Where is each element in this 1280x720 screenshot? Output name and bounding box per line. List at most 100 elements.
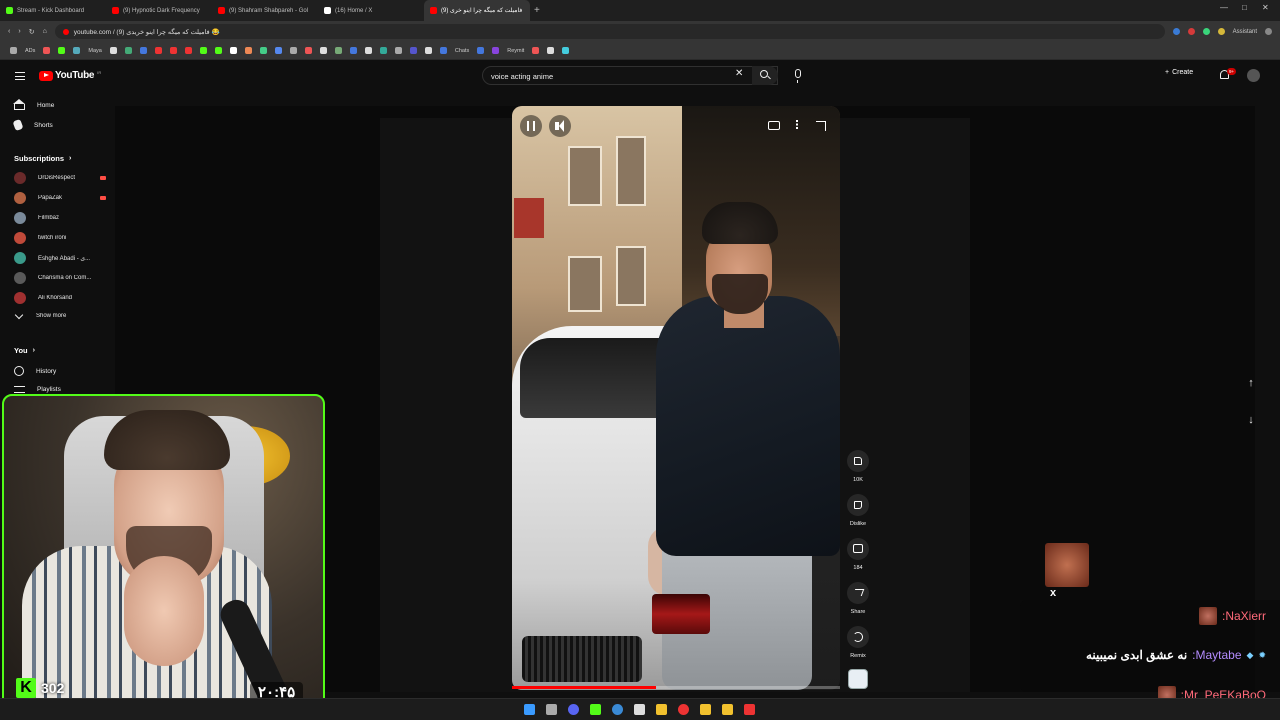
like-button[interactable]: 10K	[846, 450, 870, 483]
sidebar-item-subscription[interactable]: Ali Khorsand	[14, 292, 106, 304]
maximize-icon[interactable]: □	[1242, 3, 1247, 12]
sidebar-item-subscription[interactable]: DrDisRespect	[14, 172, 106, 184]
browser-tab[interactable]: Stream - Kick Dashboard	[0, 0, 106, 21]
bookmark-icon[interactable]	[184, 47, 192, 54]
microphone-icon[interactable]	[795, 69, 801, 83]
minimize-icon[interactable]: —	[1220, 3, 1228, 12]
bookmark-icon[interactable]	[259, 47, 267, 54]
extension-icon[interactable]	[1187, 28, 1195, 35]
subscriptions-heading[interactable]: Subscriptions ›	[14, 154, 71, 163]
volume-button[interactable]	[549, 115, 571, 137]
hamburger-menu-icon[interactable]	[15, 72, 25, 80]
bookmark-icon[interactable]	[409, 47, 417, 54]
bookmark-icon[interactable]	[562, 47, 570, 54]
app-icon[interactable]	[722, 704, 733, 715]
sidebar-item-subscription[interactable]: Charisma on Com...	[14, 272, 106, 284]
bookmark-icon[interactable]	[229, 47, 237, 54]
browser-tab[interactable]: (9) Hypnotic Dark Frequency	[106, 0, 212, 21]
sidebar-item-playlists[interactable]: Playlists	[14, 386, 61, 393]
bookmark-icon[interactable]	[109, 47, 117, 54]
bookmark-icon[interactable]	[289, 47, 297, 54]
assistant-button[interactable]: Assistant	[1233, 29, 1257, 35]
short-video-player[interactable]	[512, 106, 840, 690]
bookmark-icon[interactable]	[477, 47, 485, 54]
sound-thumbnail[interactable]	[848, 669, 868, 689]
bookmark-icon[interactable]	[379, 47, 387, 54]
remix-button[interactable]: Remix	[846, 626, 870, 659]
bookmark-icon[interactable]	[439, 47, 447, 54]
browser-tab[interactable]: (9) Shahram Shabpareh - Gol	[212, 0, 318, 21]
more-options-icon[interactable]	[796, 120, 798, 122]
extension-icon[interactable]	[1217, 28, 1225, 35]
forward-nav-icon[interactable]: ›	[18, 28, 20, 35]
bookmark-icon[interactable]	[364, 47, 372, 54]
windows-start-icon[interactable]	[524, 704, 535, 715]
close-window-icon[interactable]: ✕	[1262, 3, 1269, 12]
app-icon[interactable]	[678, 704, 689, 715]
bookmark-item[interactable]: ADs	[25, 48, 35, 54]
sidebar-item-subscription[interactable]: Eshghe Abadi - ی...	[14, 252, 106, 264]
app-icon[interactable]	[590, 704, 601, 715]
dislike-button[interactable]: Dislike	[846, 494, 870, 527]
extension-icon[interactable]	[1172, 28, 1180, 35]
discord-icon[interactable]	[568, 704, 579, 715]
you-heading[interactable]: You ›	[14, 346, 35, 355]
url-field[interactable]: youtube.com / (9) فامیلت که میگه چرا این…	[54, 24, 1165, 39]
sidebar-item-home[interactable]: Home	[13, 99, 54, 110]
bookmark-icon[interactable]	[244, 47, 252, 54]
folder-icon[interactable]	[700, 704, 711, 715]
bookmark-icon[interactable]	[43, 47, 51, 54]
reload-icon[interactable]: ↻	[29, 28, 35, 36]
bookmark-icon[interactable]	[394, 47, 402, 54]
bookmark-icon[interactable]	[199, 47, 207, 54]
profile-icon[interactable]	[1265, 28, 1272, 35]
bookmark-icon[interactable]	[424, 47, 432, 54]
bookmark-icon[interactable]	[169, 47, 177, 54]
bookmark-icon[interactable]	[214, 47, 222, 54]
search-input[interactable]: voice acting anime	[482, 66, 778, 85]
bookmark-item[interactable]: Chats	[455, 48, 469, 54]
bookmark-item[interactable]: Maya	[88, 48, 101, 54]
app-icon[interactable]	[656, 704, 667, 715]
bookmark-icon[interactable]	[492, 47, 500, 54]
sidebar-item-subscription[interactable]: Filmbaz	[14, 212, 106, 224]
captions-icon[interactable]	[768, 121, 780, 130]
video-progress-bar[interactable]	[512, 686, 840, 689]
next-short-arrow-icon[interactable]: ↓	[1240, 409, 1262, 431]
share-button[interactable]: Share	[846, 582, 870, 615]
expand-icon[interactable]	[816, 121, 826, 131]
bookmark-icon[interactable]	[58, 47, 66, 54]
bookmark-icon[interactable]	[304, 47, 312, 54]
show-more-button[interactable]: Show more	[14, 310, 106, 319]
account-avatar[interactable]	[1247, 69, 1260, 82]
bookmark-icon[interactable]	[274, 47, 282, 54]
sidebar-item-history[interactable]: History	[14, 366, 56, 376]
browser-tab-active[interactable]: (9) فامیلت که میگه چرا اینو خری	[424, 0, 530, 21]
sidebar-item-subscription[interactable]: twitch ironi	[14, 232, 106, 244]
bookmark-icon[interactable]	[547, 47, 555, 54]
previous-short-arrow-icon[interactable]: ↑	[1240, 372, 1262, 394]
new-tab-button[interactable]: +	[534, 5, 540, 16]
bookmark-icon[interactable]	[532, 47, 540, 54]
search-button[interactable]	[752, 66, 778, 85]
comments-button[interactable]: 184	[846, 538, 870, 571]
create-button[interactable]: + Create	[1165, 69, 1193, 76]
app-icon[interactable]	[744, 704, 755, 715]
task-view-icon[interactable]	[546, 704, 557, 715]
bookmark-icon[interactable]	[349, 47, 357, 54]
bookmark-icon[interactable]	[154, 47, 162, 54]
youtube-logo[interactable]: YouTube IR	[39, 70, 101, 81]
clear-search-icon[interactable]: ✕	[735, 69, 743, 79]
bookmark-icon[interactable]	[319, 47, 327, 54]
browser-tab[interactable]: (16) Home / X	[318, 0, 424, 21]
home-nav-icon[interactable]: ⌂	[43, 28, 47, 35]
sidebar-item-shorts[interactable]: Shorts	[12, 118, 53, 132]
bookmark-icon[interactable]	[334, 47, 342, 54]
bookmark-item[interactable]: Reymit	[507, 48, 524, 54]
back-nav-icon[interactable]: ‹	[8, 28, 10, 35]
pause-button[interactable]	[520, 115, 542, 137]
app-icon[interactable]	[634, 704, 645, 715]
bookmark-icon[interactable]	[73, 47, 81, 54]
sidebar-item-subscription[interactable]: PapaZak	[14, 192, 106, 204]
bookmark-icon[interactable]	[124, 47, 132, 54]
